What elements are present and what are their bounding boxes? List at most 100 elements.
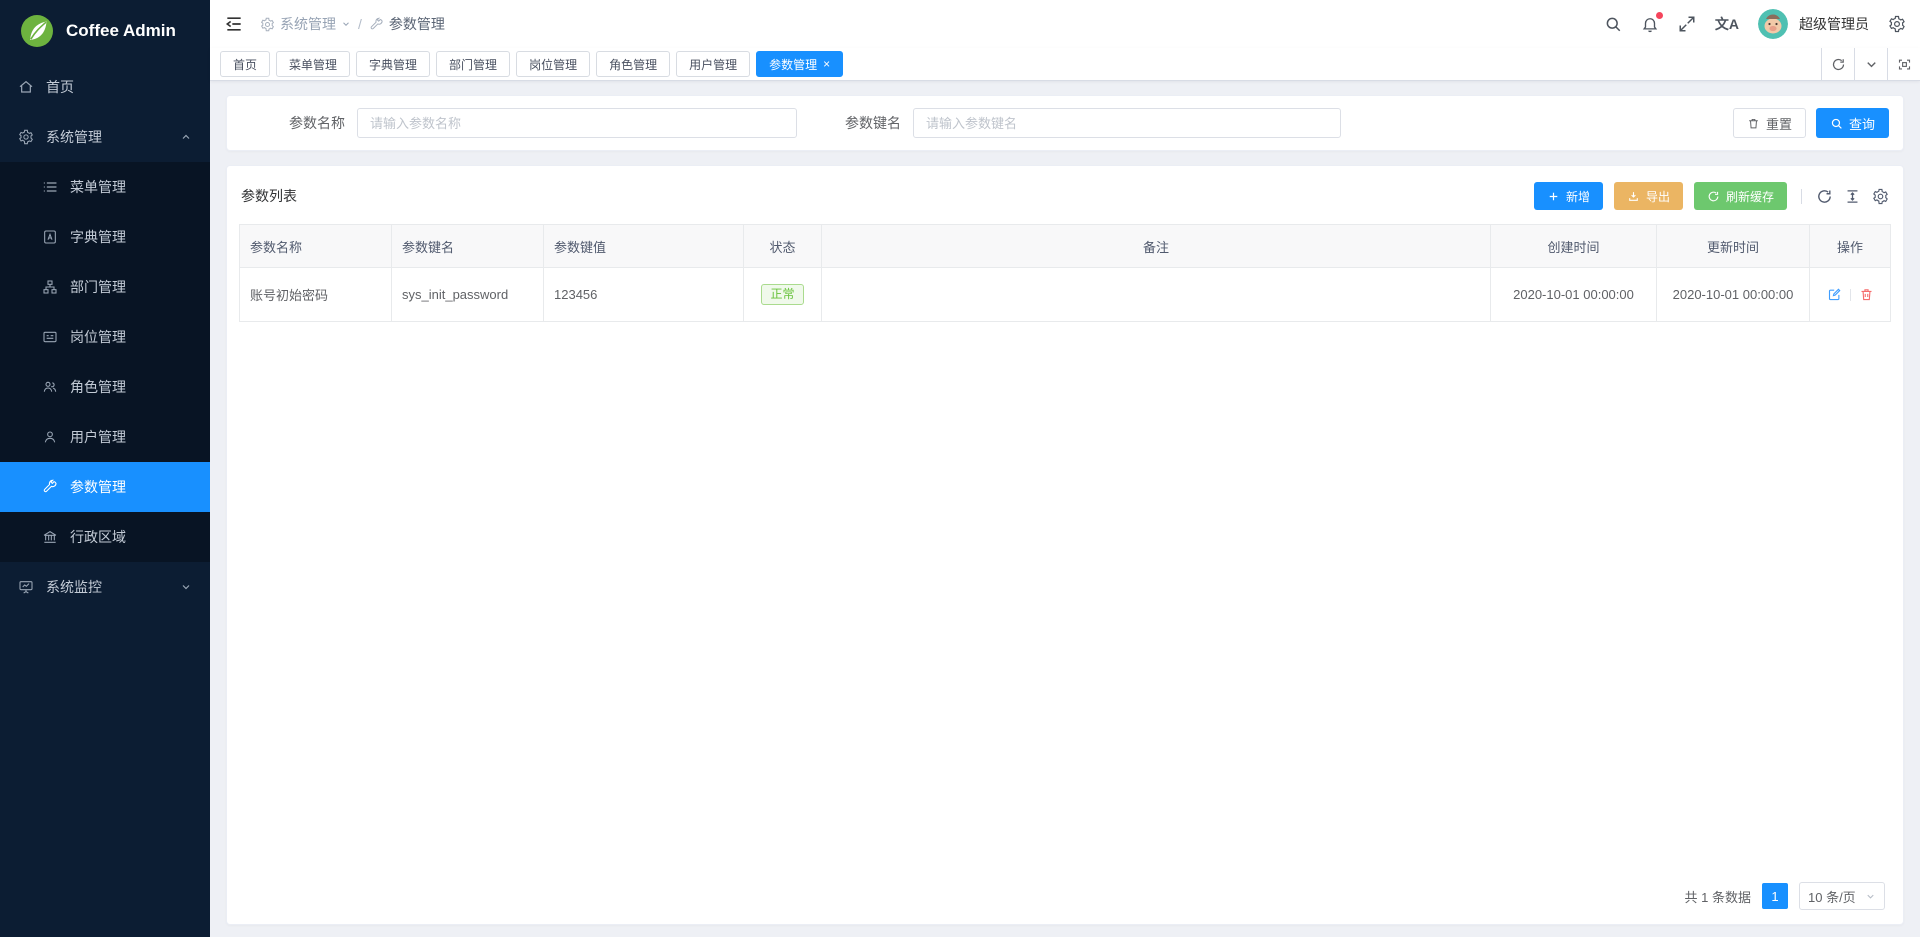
sidebar-item-label: 菜单管理 xyxy=(70,177,126,197)
tab-menu-mgmt[interactable]: 菜单管理 xyxy=(276,51,350,77)
app-title: Coffee Admin xyxy=(66,21,176,41)
sidebar-item-role-mgmt[interactable]: 角色管理 xyxy=(0,362,210,412)
table-refresh-icon[interactable] xyxy=(1816,188,1833,205)
param-key-label: 参数键名 xyxy=(845,113,901,133)
search-form-card: 参数名称 参数键名 重置 查询 xyxy=(226,95,1904,151)
search-icon[interactable] xyxy=(1604,15,1622,33)
column-settings-gear-icon[interactable] xyxy=(1872,188,1889,205)
tab-refresh-button[interactable] xyxy=(1821,48,1854,80)
export-button[interactable]: 导出 xyxy=(1614,182,1683,210)
col-header-created: 创建时间 xyxy=(1491,225,1657,268)
tab-bar-tools xyxy=(1821,48,1920,80)
refresh-cache-button[interactable]: 刷新缓存 xyxy=(1694,182,1787,210)
fullscreen-expand-icon[interactable] xyxy=(1678,15,1696,33)
sidebar: Coffee Admin 首页 系统管理 菜单管理 字典管理 部门管理 岗位管理… xyxy=(0,0,210,937)
tab-options-button[interactable] xyxy=(1854,48,1887,80)
sidebar-item-label: 部门管理 xyxy=(70,277,126,297)
cell-created: 2020-10-01 00:00:00 xyxy=(1491,268,1657,322)
tab-close-icon[interactable]: × xyxy=(823,58,830,70)
add-button[interactable]: 新增 xyxy=(1534,182,1603,210)
sidebar-item-label: 字典管理 xyxy=(70,227,126,247)
edit-icon[interactable] xyxy=(1827,287,1842,302)
tab-dict-mgmt[interactable]: 字典管理 xyxy=(356,51,430,77)
content-fullscreen-button[interactable] xyxy=(1887,48,1920,80)
tab-dept-mgmt[interactable]: 部门管理 xyxy=(436,51,510,77)
notification-dot xyxy=(1656,12,1663,19)
gear-icon xyxy=(18,129,34,145)
tab-bar: 首页 菜单管理 字典管理 部门管理 岗位管理 角色管理 用户管理 参数管理 × xyxy=(210,48,1920,81)
sidebar-item-system[interactable]: 系统管理 xyxy=(0,112,210,162)
table-header-row: 参数名称 参数键名 参数键值 状态 备注 创建时间 更新时间 操作 xyxy=(240,225,1891,268)
tab-role-mgmt[interactable]: 角色管理 xyxy=(596,51,670,77)
maximize-icon xyxy=(1897,57,1912,72)
notification-bell[interactable] xyxy=(1641,15,1659,33)
row-density-icon[interactable] xyxy=(1844,188,1861,205)
chevron-up-icon xyxy=(180,131,192,143)
breadcrumb-item-params: 参数管理 xyxy=(369,14,445,34)
dictionary-icon xyxy=(42,229,58,245)
tab-label: 用户管理 xyxy=(689,56,737,73)
param-key-input[interactable] xyxy=(913,108,1341,138)
tab-label: 岗位管理 xyxy=(529,56,577,73)
param-name-label: 参数名称 xyxy=(241,113,345,133)
gear-icon xyxy=(260,17,275,32)
col-header-actions: 操作 xyxy=(1810,225,1891,268)
pagination-total: 共 1 条数据 xyxy=(1685,887,1751,906)
current-user-name[interactable]: 超级管理员 xyxy=(1799,14,1869,34)
param-name-input[interactable] xyxy=(357,108,797,138)
trash-icon xyxy=(1747,117,1760,130)
chevron-down-icon xyxy=(180,581,192,593)
sidebar-item-home[interactable]: 首页 xyxy=(0,62,210,112)
tab-param-mgmt[interactable]: 参数管理 × xyxy=(756,51,843,77)
tab-label: 角色管理 xyxy=(609,56,657,73)
sidebar-item-user-mgmt[interactable]: 用户管理 xyxy=(0,412,210,462)
col-header-param-name: 参数名称 xyxy=(240,225,392,268)
sidebar-item-monitor[interactable]: 系统监控 xyxy=(0,562,210,612)
sidebar-item-dept-mgmt[interactable]: 部门管理 xyxy=(0,262,210,312)
tab-label: 参数管理 xyxy=(769,56,817,73)
delete-trash-icon[interactable] xyxy=(1859,287,1874,302)
action-divider xyxy=(1850,289,1851,301)
avatar[interactable] xyxy=(1758,9,1788,39)
page-number-button[interactable]: 1 xyxy=(1762,883,1788,909)
sidebar-item-menu-mgmt[interactable]: 菜单管理 xyxy=(0,162,210,212)
app-logo[interactable]: Coffee Admin xyxy=(0,0,210,62)
params-table: 参数名称 参数键名 参数键值 状态 备注 创建时间 更新时间 操作 账号初始密码… xyxy=(239,224,1891,322)
reset-button[interactable]: 重置 xyxy=(1733,108,1806,138)
export-button-label: 导出 xyxy=(1646,188,1670,205)
breadcrumb-item-system[interactable]: 系统管理 xyxy=(260,14,351,34)
add-button-label: 新增 xyxy=(1566,188,1590,205)
home-icon xyxy=(18,79,34,95)
param-list-card: 参数列表 新增 导出 刷新缓存 xyxy=(226,165,1904,925)
chevron-down-icon xyxy=(1865,891,1876,902)
user-icon xyxy=(42,429,58,445)
status-badge: 正常 xyxy=(761,284,803,305)
sidebar-item-dict-mgmt[interactable]: 字典管理 xyxy=(0,212,210,262)
chevron-down-icon xyxy=(1864,57,1879,72)
col-header-param-value: 参数键值 xyxy=(544,225,744,268)
page-content: 参数名称 参数键名 重置 查询 参数列表 xyxy=(210,81,1920,937)
sidebar-item-label: 角色管理 xyxy=(70,377,126,397)
tab-post-mgmt[interactable]: 岗位管理 xyxy=(516,51,590,77)
sidebar-item-post-mgmt[interactable]: 岗位管理 xyxy=(0,312,210,362)
sidebar-item-label: 系统监控 xyxy=(46,577,102,597)
sidebar-collapse-icon[interactable] xyxy=(224,14,244,34)
tab-label: 部门管理 xyxy=(449,56,497,73)
refresh-icon xyxy=(1707,190,1720,203)
sidebar-item-admin-region[interactable]: 行政区域 xyxy=(0,512,210,562)
tab-user-mgmt[interactable]: 用户管理 xyxy=(676,51,750,77)
col-header-updated: 更新时间 xyxy=(1657,225,1810,268)
search-button[interactable]: 查询 xyxy=(1816,108,1889,138)
pagination: 共 1 条数据 1 10 条/页 xyxy=(239,868,1891,912)
page-size-select[interactable]: 10 条/页 xyxy=(1799,882,1885,910)
roles-icon xyxy=(42,379,58,395)
chevron-down-icon xyxy=(341,19,351,29)
settings-gear-icon[interactable] xyxy=(1888,15,1906,33)
language-translate-icon[interactable]: 文A xyxy=(1715,14,1739,34)
col-header-remark: 备注 xyxy=(822,225,1491,268)
tab-home[interactable]: 首页 xyxy=(220,51,270,77)
wrench-icon xyxy=(369,17,384,32)
top-navbar: 系统管理 / 参数管理 文A xyxy=(210,0,1920,48)
sidebar-item-param-mgmt[interactable]: 参数管理 xyxy=(0,462,210,512)
search-icon xyxy=(1830,117,1843,130)
